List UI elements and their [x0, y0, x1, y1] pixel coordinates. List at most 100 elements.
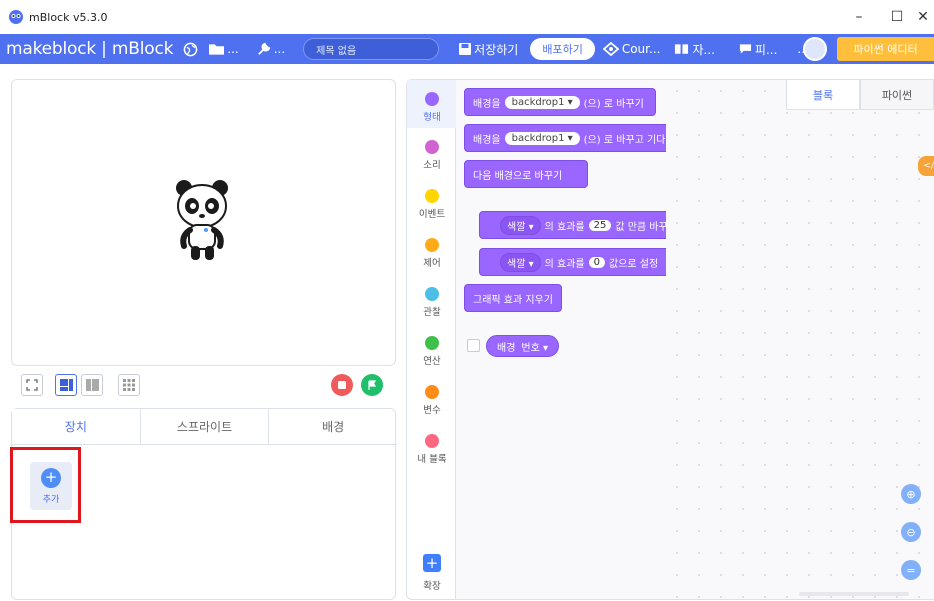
save-label: 저장하기	[474, 42, 519, 57]
my-blocks-dot	[425, 434, 439, 448]
grid-view-button[interactable]	[118, 374, 140, 396]
courses-icon	[602, 42, 619, 56]
close-icon: ✕	[917, 9, 929, 25]
set-effect-dropdown[interactable]: 색깔 ▾	[500, 252, 541, 272]
block-change-effect[interactable]: 색깔 ▾ 의 효과를 25 값 만큼 바꾸	[479, 211, 666, 239]
zoom-out-button[interactable]: ⊖	[901, 522, 921, 542]
large-stage-icon	[85, 379, 99, 391]
small-stage-icon	[59, 379, 73, 391]
grid-icon	[123, 379, 135, 391]
tutorials-button[interactable]: 자...	[674, 41, 715, 58]
block-backdrop-number[interactable]: 배경 번호 ▾	[486, 335, 560, 357]
looks-dot	[425, 92, 439, 106]
title-bar: mBlock v5.3.0	[0, 0, 934, 34]
zoom-in-button[interactable]: ⊕	[901, 484, 921, 504]
code-toggle-button[interactable]: </	[918, 156, 934, 176]
block-palette: 배경을 backdrop1 ▾ (으) 로 바꾸기 배경을 backdrop1 …	[456, 79, 666, 600]
backdrop-dropdown[interactable]: backdrop1 ▾	[504, 95, 580, 109]
mblock-logo-icon	[9, 10, 23, 24]
zoom-reset-icon: =	[906, 563, 916, 577]
file-menu[interactable]: ...	[209, 42, 239, 56]
green-flag-icon	[368, 379, 377, 390]
device-tabs: 장치 스프라이트 배경	[12, 409, 397, 445]
sound-dot	[425, 140, 439, 154]
maximize-button[interactable]: ☐	[878, 0, 916, 34]
extension-label: 확장	[423, 581, 441, 592]
effect-dropdown[interactable]: 색깔 ▾	[500, 215, 541, 235]
extension-plus-icon: +	[425, 553, 439, 572]
fullscreen-button[interactable]	[21, 374, 43, 396]
tab-backdrops[interactable]: 배경	[269, 409, 397, 444]
category-my-blocks[interactable]: 내 블록	[407, 434, 457, 465]
project-title-input[interactable]: 제목 없음	[303, 38, 440, 60]
zoom-out-icon: ⊖	[906, 525, 916, 539]
tab-python[interactable]: 파이썬	[860, 80, 934, 110]
python-editor-button[interactable]: 파이썬 에디터	[837, 37, 934, 61]
save-button[interactable]: 저장하기	[459, 41, 518, 58]
category-control[interactable]: 제어	[407, 238, 457, 269]
panda-sprite[interactable]	[172, 178, 232, 266]
fullscreen-icon	[26, 379, 38, 391]
block-next-backdrop[interactable]: 다음 배경으로 바꾸기	[464, 160, 588, 188]
small-stage-button[interactable]	[55, 374, 77, 396]
category-looks[interactable]: 형태	[407, 80, 457, 128]
book-icon	[675, 44, 689, 54]
save-icon	[459, 43, 472, 55]
script-workspace[interactable]: 블록 파이썬 </ ⊕ ⊖ =	[666, 79, 934, 600]
chat-icon	[739, 44, 751, 54]
category-operators[interactable]: 연산	[407, 336, 457, 367]
workspace-tabs: 블록 파이썬	[786, 80, 934, 110]
set-effect-value-input[interactable]: 0	[588, 256, 605, 268]
courses-label: Cour...	[621, 42, 661, 56]
category-sound[interactable]: 소리	[407, 140, 457, 171]
publish-button[interactable]: 배포하기	[530, 38, 595, 60]
folder-icon	[209, 44, 225, 55]
horizontal-scrollbar[interactable]	[799, 592, 909, 596]
edit-menu[interactable]: ...	[257, 42, 285, 56]
category-variables[interactable]: 변수	[407, 385, 457, 416]
stage-toolbar	[11, 372, 396, 402]
block-switch-backdrop[interactable]: 배경을 backdrop1 ▾ (으) 로 바꾸기	[464, 88, 656, 116]
sensing-dot	[425, 287, 439, 301]
edit-menu-label: ...	[273, 42, 286, 56]
globe-icon	[183, 42, 198, 56]
minimize-button[interactable]: –	[840, 0, 878, 34]
brand-logo: makeblock | mBlock	[6, 39, 174, 59]
courses-button[interactable]: Cour...	[602, 42, 661, 56]
extension-button[interactable]: +	[423, 554, 441, 572]
menu-bar: makeblock | mBlock ... ... 제목 없음 저장하기 배포…	[0, 34, 934, 64]
stage-canvas[interactable]	[11, 79, 396, 366]
stop-icon	[338, 381, 346, 389]
feedback-label: 피...	[754, 42, 778, 57]
zoom-in-icon: ⊕	[906, 487, 916, 501]
backdrop-number-dropdown[interactable]: 번호 ▾	[521, 339, 548, 354]
backdrop-wait-dropdown[interactable]: backdrop1 ▾	[504, 131, 580, 145]
block-categories: 형태 소리 이벤트 제어 관찰 연산 변수 내 블록 + 확장	[406, 79, 457, 600]
feedback-button[interactable]: 피...	[739, 41, 777, 58]
zoom-reset-button[interactable]: =	[901, 560, 921, 580]
tutorials-label: 자...	[692, 42, 715, 57]
effect-amount-input[interactable]: 25	[588, 219, 612, 231]
block-clear-effects[interactable]: 그래픽 효과 지우기	[464, 284, 562, 312]
window-title: mBlock v5.3.0	[29, 10, 108, 24]
category-sensing[interactable]: 관찰	[407, 287, 457, 318]
control-dot	[425, 238, 439, 252]
green-flag-button[interactable]	[361, 374, 383, 396]
block-set-effect[interactable]: 색깔 ▾ 의 효과를 0 값으로 설정	[479, 248, 666, 276]
mblock-window: { "window": {"title": "mBlock v5.3.0"}, …	[0, 0, 934, 601]
code-icon: </	[923, 161, 934, 171]
highlight-box	[10, 447, 81, 523]
file-menu-label: ...	[227, 42, 239, 56]
large-stage-button[interactable]	[81, 374, 103, 396]
tab-blocks[interactable]: 블록	[786, 80, 860, 110]
category-events[interactable]: 이벤트	[407, 189, 457, 220]
close-button[interactable]: ✕	[912, 0, 934, 34]
events-dot	[425, 189, 439, 203]
reporter-checkbox[interactable]	[467, 339, 480, 352]
language-button[interactable]	[183, 42, 201, 57]
tab-sprites[interactable]: 스프라이트	[141, 409, 270, 444]
block-switch-backdrop-wait[interactable]: 배경을 backdrop1 ▾ (으) 로 바꾸고 기다	[464, 124, 666, 152]
stop-button[interactable]	[331, 374, 353, 396]
tab-devices[interactable]: 장치	[12, 409, 141, 444]
user-avatar[interactable]	[803, 37, 827, 61]
